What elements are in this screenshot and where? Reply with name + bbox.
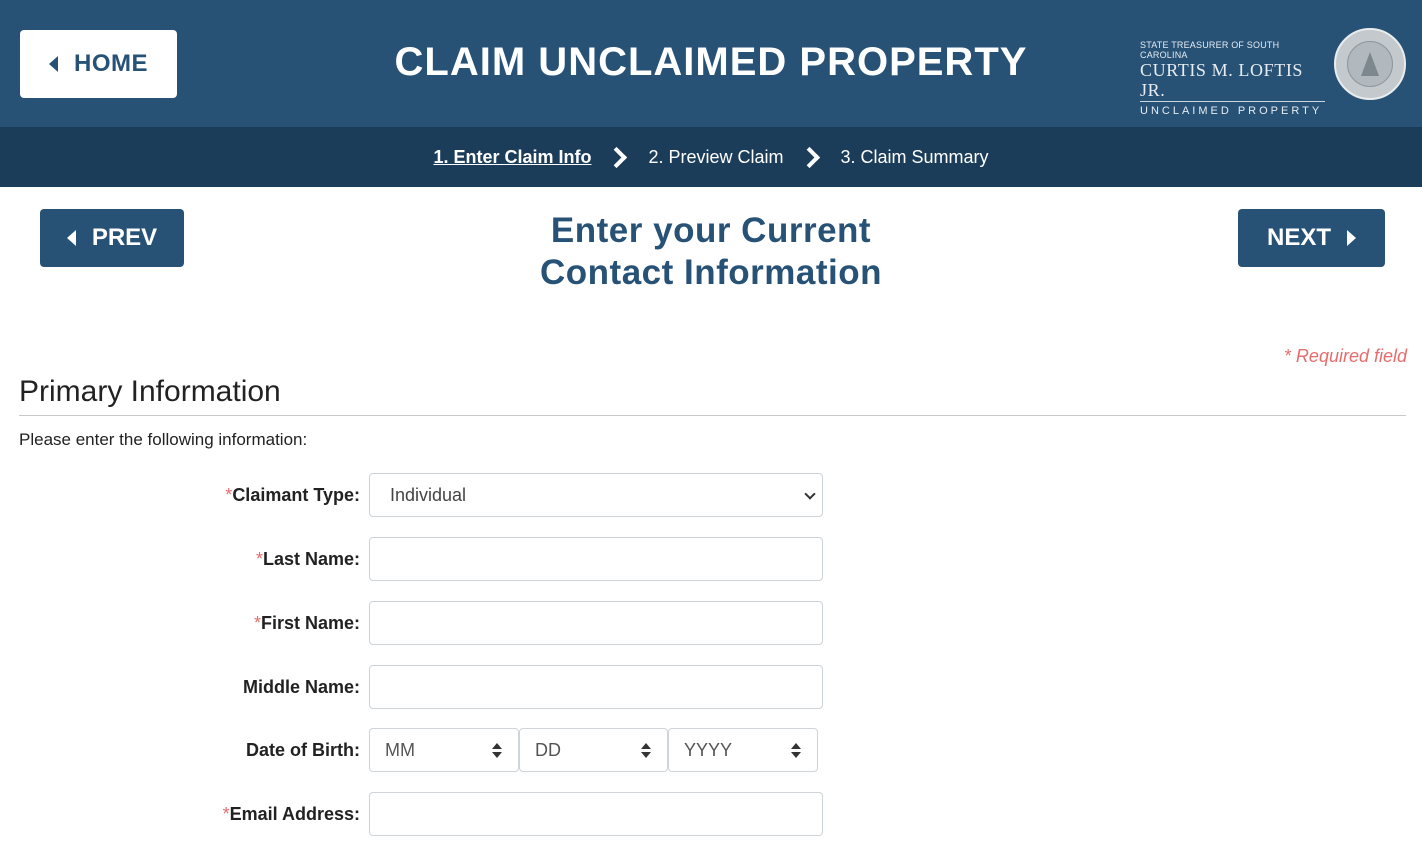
dob-month-select[interactable]: MM [369, 728, 519, 772]
step-enter-claim-info[interactable]: 1. Enter Claim Info [433, 147, 591, 168]
last-name-row: * Last Name: [0, 537, 830, 581]
chevron-right-icon [606, 146, 628, 168]
claimant-type-row: * Claimant Type: Individual [0, 473, 830, 517]
email-label: * Email Address: [223, 792, 360, 836]
date-of-birth-label: Date of Birth: [246, 739, 360, 760]
first-name-row: * First Name: [0, 601, 830, 645]
page-heading-line-2: Contact Information [540, 253, 882, 292]
first-name-label: * First Name: [254, 601, 360, 645]
sort-arrows-icon [791, 743, 801, 759]
state-treasurer-seal-icon [1334, 28, 1406, 100]
required-asterisk: * [253, 612, 261, 633]
date-of-birth-row: Date of Birth: MM DD YYYY [0, 728, 830, 772]
last-name-label: * Last Name: [256, 537, 360, 581]
first-name-label-text: First Name: [260, 612, 360, 633]
dob-day-value: DD [535, 739, 561, 760]
next-button-label: NEXT [1266, 224, 1331, 251]
email-row: * Email Address: [0, 792, 830, 836]
claimant-type-label-text: Claimant Type: [232, 484, 360, 505]
middle-name-label: Middle Name: [242, 676, 360, 697]
step-preview-claim: 2. Preview Claim [648, 146, 784, 167]
chevron-down-icon [804, 488, 816, 500]
step-claim-summary: 3. Claim Summary [840, 146, 989, 167]
sort-arrows-icon [641, 743, 651, 759]
logo-text: STATE TREASURER OF SOUTH CAROLINA CURTIS… [1140, 40, 1325, 117]
sort-arrows-icon [492, 743, 502, 759]
page-heading-line-1: Enter your Current [550, 211, 872, 250]
claim-steps: 1. Enter Claim Info 2. Preview Claim 3. … [0, 127, 1422, 187]
caret-right-icon [1347, 230, 1356, 246]
logo-line-1: STATE TREASURER OF SOUTH CAROLINA [1140, 40, 1280, 60]
required-asterisk: * [255, 548, 263, 569]
chevron-right-icon [798, 146, 820, 168]
section-divider [19, 415, 1406, 416]
last-name-input[interactable] [369, 537, 823, 581]
logo-line-2: CURTIS M. LOFTIS JR. [1140, 60, 1325, 102]
site-header: HOME CLAIM UNCLAIMED PROPERTY STATE TREA… [0, 0, 1422, 127]
email-input[interactable] [369, 792, 823, 836]
dob-year-value: YYYY [684, 739, 733, 760]
next-button[interactable]: NEXT [1238, 209, 1385, 267]
email-label-text: Email Address: [229, 803, 360, 824]
required-asterisk: * [225, 484, 233, 505]
dob-day-select[interactable]: DD [519, 728, 668, 772]
page-heading: Enter your Current Contact Information [0, 210, 1422, 294]
required-field-note: * Required field [1283, 346, 1407, 366]
palmetto-tree-icon [1361, 52, 1379, 76]
claimant-type-value: Individual [390, 484, 467, 505]
dob-year-select[interactable]: YYYY [668, 728, 818, 772]
first-name-input[interactable] [369, 601, 823, 645]
dob-month-value: MM [385, 739, 415, 760]
section-title: Primary Information [19, 375, 281, 408]
middle-name-input[interactable] [369, 665, 823, 709]
middle-name-row: Middle Name: [0, 665, 830, 709]
seal-center [1347, 41, 1393, 87]
last-name-label-text: Last Name: [262, 548, 360, 569]
required-asterisk: * [222, 803, 230, 824]
logo-line-3: UNCLAIMED PROPERTY [1140, 105, 1323, 117]
claimant-type-label: * Claimant Type: [225, 473, 360, 517]
section-instructions: Please enter the following information: [19, 430, 308, 449]
claimant-type-select[interactable]: Individual [369, 473, 823, 517]
treasurer-logo[interactable]: STATE TREASURER OF SOUTH CAROLINA CURTIS… [1132, 28, 1406, 117]
